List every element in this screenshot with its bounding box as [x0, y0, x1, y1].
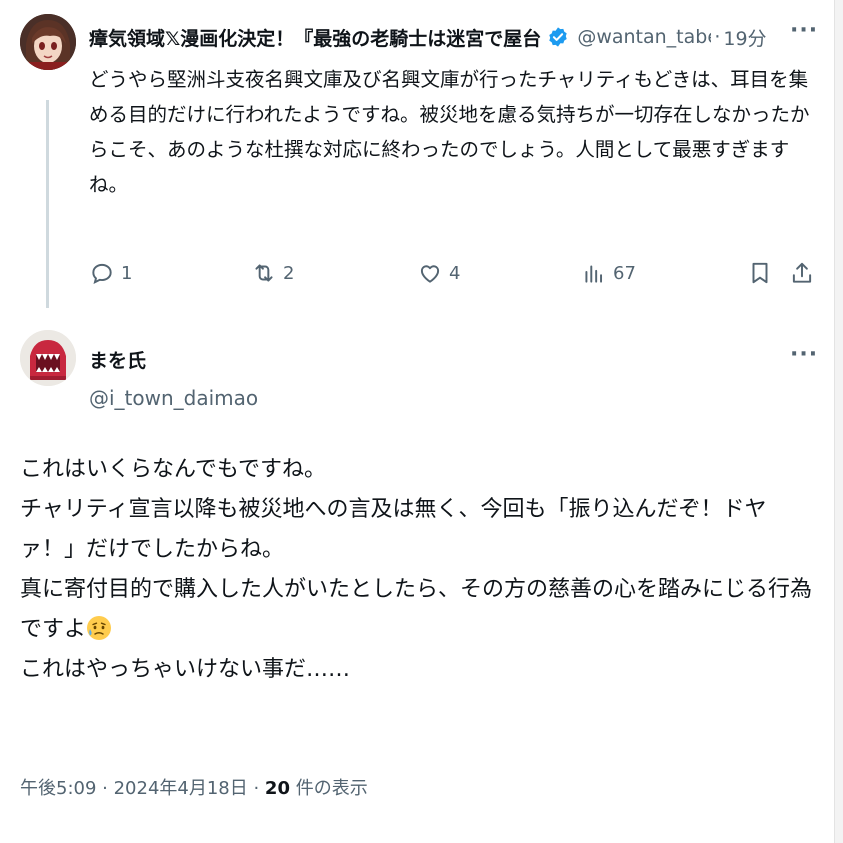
tweet-metadata: 午後5:09 · 2024年4月18日 · 20 件の表示 [20, 774, 368, 800]
text-line: ね。 [89, 173, 129, 196]
author-name[interactable]: まを氏 [89, 346, 146, 373]
author-name[interactable]: 瘴気領域𝕏漫画化決定！『最強の老騎士は迷宮で屋台 [89, 24, 541, 51]
text-line: める目的だけに行われたようですね。被災地を慮る気持ちが一切存在しなかったか [89, 103, 810, 126]
more-options-icon[interactable]: ··· [790, 18, 818, 43]
author-handle[interactable]: @i_town_daimao [89, 386, 258, 410]
bookmark-button[interactable] [747, 260, 773, 286]
avatar-illustration [20, 14, 76, 70]
share-icon [792, 262, 812, 283]
text-line: 真に寄付目的で購入した人がいたとしたら、その方の慈善の心を踏みにじる行為 [20, 577, 813, 602]
reply-icon [92, 263, 112, 285]
share-button[interactable] [789, 260, 815, 286]
retweet-button[interactable]: 2 [251, 260, 294, 286]
bookmark-icon [752, 262, 768, 284]
view-count: 20 [264, 778, 290, 799]
text-line: これはやっちゃいけない事だ…… [20, 657, 351, 682]
text-line: チャリティ宣言以降も被災地への言及は無く、今回も「振り込んだぞ！ドヤ [20, 497, 767, 522]
text-line: ですよ [20, 617, 87, 642]
action-bar: 1 2 4 67 [89, 254, 819, 296]
views-count: 67 [613, 262, 636, 284]
author-handle[interactable]: @wantan_tabe [577, 26, 711, 48]
text-line: どうやら堅洲斗支夜名興文庫及び名興文庫が行ったチャリティもどきは、耳目を集 [89, 68, 809, 91]
timestamp[interactable]: 午後5:09 · 2024年4月18日 · [20, 778, 265, 799]
reply-button[interactable]: 1 [89, 260, 132, 286]
avatar[interactable] [20, 14, 76, 70]
views-icon [585, 265, 603, 283]
like-icon [420, 265, 440, 283]
like-count: 4 [449, 262, 461, 284]
thread-connector-line [46, 100, 49, 308]
reply-tweet-header: 瘴気領域𝕏漫画化決定！『最強の老騎士は迷宮で屋台 @wantan_tabe · … [89, 20, 829, 54]
sad-but-relieved-face-icon [87, 616, 112, 640]
avatar[interactable] [20, 330, 76, 386]
like-button[interactable]: 4 [417, 260, 460, 286]
retweet-icon [255, 264, 273, 282]
text-line-with-emoji: ですよ [20, 610, 820, 650]
reply-tweet-text: どうやら堅洲斗支夜名興文庫及び名興文庫が行ったチャリティもどきは、耳目を集 める… [89, 62, 819, 202]
reply-count: 1 [121, 262, 133, 284]
tweet-time[interactable]: 19分 [723, 24, 766, 51]
text-line: らこそ、あのような杜撰な対応に終わったのでしょう。人間として最悪すぎます [89, 138, 790, 161]
text-line: ァ！」だけでしたからね。 [20, 537, 285, 562]
verified-badge-icon [549, 27, 568, 47]
text-line: これはいくらなんでもですね。 [20, 457, 327, 482]
view-label: 件の表示 [289, 778, 368, 799]
scrollbar-track[interactable] [834, 0, 843, 843]
retweet-count: 2 [283, 262, 295, 284]
more-options-icon[interactable]: ··· [790, 342, 818, 367]
main-tweet-text: これはいくらなんでもですね。 チャリティ宣言以降も被災地への言及は無く、今回も「… [20, 450, 820, 690]
avatar-illustration [20, 330, 76, 386]
views-button[interactable]: 67 [581, 260, 636, 286]
separator-dot: · [714, 26, 721, 48]
